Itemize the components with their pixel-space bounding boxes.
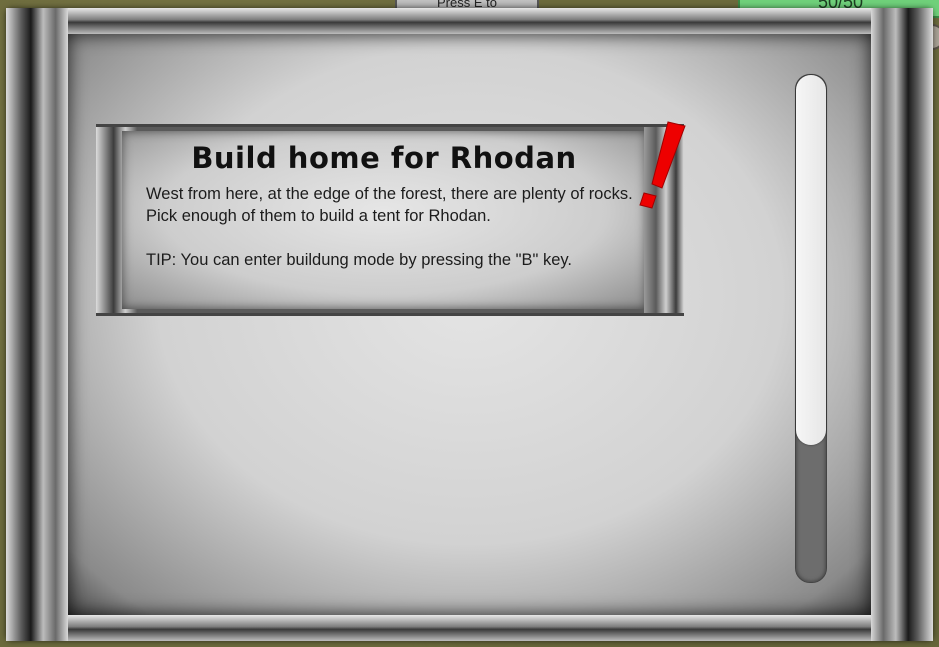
quest-description: West from here, at the edge of the fores… [146,185,633,269]
frame-top [6,8,933,34]
quest-list-panel [68,34,871,615]
frame-right [871,8,933,641]
quest-entry[interactable]: Build home for Rhodan West from here, at… [96,124,684,316]
scrollbar-thumb[interactable] [796,75,826,445]
quest-log-window [6,8,933,641]
quest-entry-body: Build home for Rhodan West from here, at… [122,131,646,309]
frame-left [6,8,68,641]
quest-title: Build home for Rhodan [191,141,577,175]
frame-bottom [6,615,933,641]
quest-list-scrollbar[interactable] [795,74,827,583]
exclamation-mark-icon [639,121,686,209]
